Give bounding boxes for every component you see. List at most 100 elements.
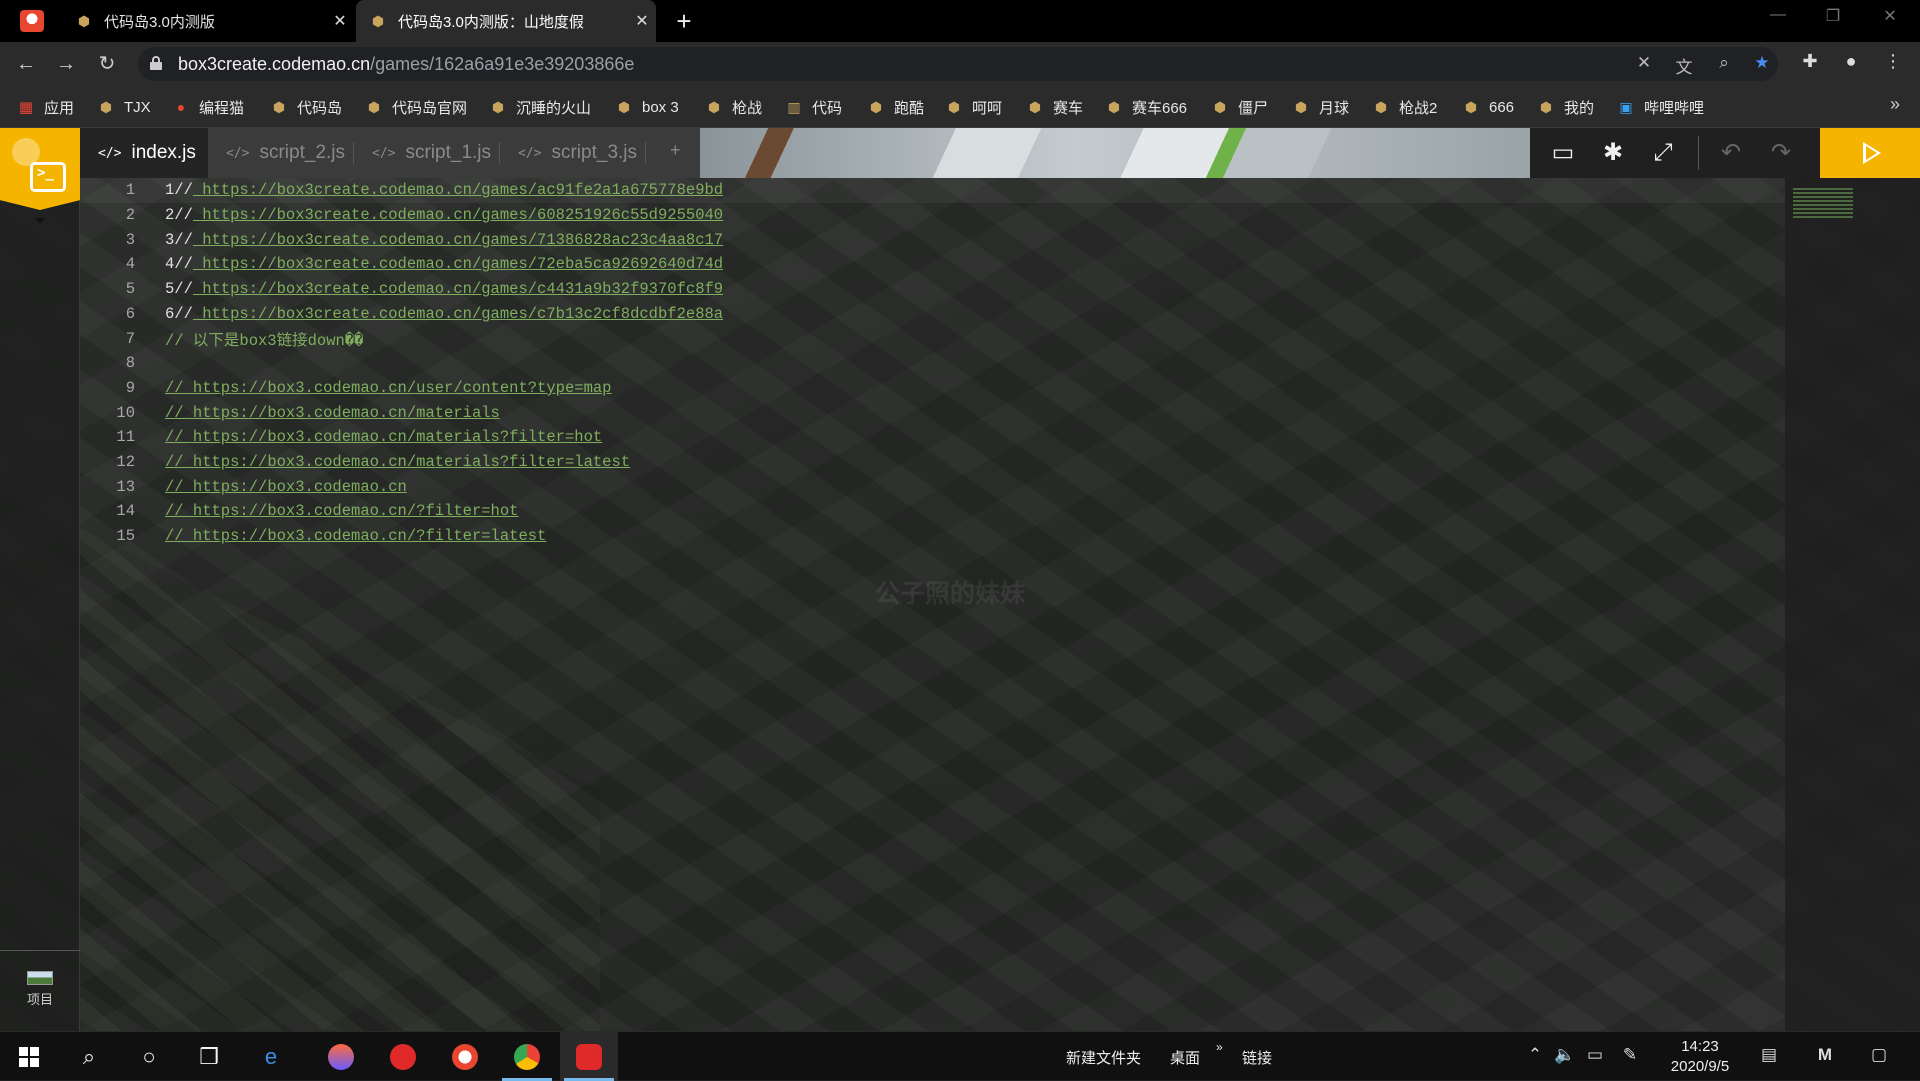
taskbar-toolbar-label[interactable]: 新建文件夹 [1066,1047,1141,1068]
code-link[interactable]: https://box3create.codemao.cn/games/6082… [193,206,723,224]
code-line[interactable]: 8 [80,351,1785,376]
search-icon[interactable]: ⌕ [60,1032,118,1081]
taskbar-chevron-icon[interactable]: » [1216,1040,1223,1054]
address-bar[interactable]: box3create.codemao.cn/games/162a6a91e3e3… [138,47,1778,81]
notes-icon[interactable]: ▤ [1756,1045,1782,1065]
tab-close-icon[interactable]: ✕ [628,11,656,31]
flame-app-icon[interactable] [312,1032,370,1081]
system-clock[interactable]: 14:23 2020/9/5 [1660,1037,1740,1077]
minimize-icon[interactable]: — [1758,6,1798,24]
chat-icon[interactable]: ▭ [1548,138,1578,168]
code-line[interactable]: 1 1// https://box3create.codemao.cn/games… [80,178,1785,203]
bookmarks-overflow-icon[interactable]: » [1890,94,1900,115]
code-link[interactable]: https://box3create.codemao.cn/games/7138… [193,231,723,249]
code-link[interactable]: // https://box3.codemao.cn [165,478,407,496]
bookmark-item[interactable]: ⬢ 僵尸 [1212,96,1268,118]
bookmark-item[interactable]: ⬢ box 3 [616,96,679,118]
code-minimap[interactable] [1785,178,1920,1031]
code-line[interactable]: 13 // https://box3.codemao.cn [80,474,1785,499]
bookmark-item[interactable]: ⬢ 呵呵 [946,96,1002,118]
code-link[interactable]: https://box3create.codemao.cn/games/ac91… [193,181,723,199]
code-line[interactable]: 5 5// https://box3create.codemao.cn/games… [80,277,1785,302]
code-line[interactable]: 2 2// https://box3create.codemao.cn/games… [80,203,1785,228]
profile-avatar-icon[interactable]: ● [1838,51,1864,72]
start-button[interactable] [0,1032,58,1081]
bookmark-item[interactable]: ⬢ 代码岛 [271,96,342,118]
url-text[interactable]: box3create.codemao.cn/games/162a6a91e3e3… [178,54,634,75]
translate-icon[interactable]: 文 [1672,53,1696,78]
code-link[interactable]: // https://box3.codemao.cn/?filter=hot [165,502,518,520]
reload-icon[interactable]: ↻ [93,50,121,78]
taskbar-toolbar-label[interactable]: 链接 [1242,1047,1272,1068]
action-center-icon[interactable]: ▢ [1866,1045,1892,1065]
volume-icon[interactable]: 🔈 [1552,1045,1578,1065]
extensions-icon[interactable]: ✚ [1797,51,1823,72]
window-close-icon[interactable]: ✕ [1870,6,1910,26]
forward-icon[interactable]: → [52,50,80,78]
file-tab-script-2-js[interactable]: </> script_2.js [208,128,354,178]
task-view-icon[interactable]: ❒ [180,1032,238,1081]
code-link[interactable]: https://box3create.codemao.cn/games/72eb… [193,255,723,273]
bookmark-item[interactable]: ⬢ 赛车666 [1106,96,1187,118]
battery-icon[interactable]: ▭ [1582,1045,1608,1065]
code-line[interactable]: 6 6// https://box3create.codemao.cn/games… [80,302,1785,327]
new-tab-button[interactable]: + [670,6,698,37]
redo-icon[interactable]: ↷ [1766,138,1796,168]
recorder-app-icon[interactable] [560,1032,618,1081]
bookmark-star-icon[interactable]: ★ [1750,53,1774,73]
bookmark-item[interactable]: ⬢ 我的 [1538,96,1594,118]
back-icon[interactable]: ← [12,50,40,78]
cortana-icon[interactable]: ○ [120,1032,178,1081]
chevron-down-icon[interactable] [35,218,45,224]
bookmark-item[interactable]: ▦ 应用 [18,96,74,118]
browser-tab-2[interactable]: ⬢ 代码岛3.0内测版：山地度假 ✕ [356,0,656,42]
project-button[interactable]: 项目 [0,950,80,1031]
code-link[interactable]: // https://box3.codemao.cn/materials [165,404,500,422]
browser-menu-icon[interactable]: ⋮ [1880,51,1906,72]
code-link[interactable]: // https://box3.codemao.cn/materials?fil… [165,453,630,471]
code-link[interactable]: // https://box3.codemao.cn/user/content?… [165,379,611,397]
bookmark-item[interactable]: ▥ 代码 [786,96,842,118]
bookmark-item[interactable]: ⬢ 枪战 [706,96,762,118]
code-link[interactable]: https://box3create.codemao.cn/games/c443… [193,280,723,298]
debug-bug-icon[interactable]: ✱ [1598,138,1628,168]
bookmark-item[interactable]: ⬢ 跑酷 [868,96,924,118]
run-button[interactable] [1820,128,1920,178]
expand-icon[interactable]: ⤢ [1648,138,1678,168]
bookmark-item[interactable]: ⬢ TJX [98,96,151,118]
bookmark-item[interactable]: ⬢ 沉睡的火山 [490,96,591,118]
bcm-app-icon[interactable] [436,1032,494,1081]
bookmark-item[interactable]: ⬢ 赛车 [1027,96,1083,118]
code-line[interactable]: 7 // 以下是box3链接down�� [80,326,1785,351]
zoom-icon[interactable]: ⌕ [1712,53,1736,73]
code-line[interactable]: 10 // https://box3.codemao.cn/materials [80,400,1785,425]
camera-blocked-icon[interactable]: ✕ [1632,53,1656,73]
add-file-button[interactable]: + [670,140,681,161]
codemao-app-logo-icon[interactable] [20,10,44,32]
code-line[interactable]: 4 4// https://box3create.codemao.cn/games… [80,252,1785,277]
ie-browser-icon[interactable]: e [242,1032,300,1081]
code-line[interactable]: 9 // https://box3.codemao.cn/user/content… [80,376,1785,401]
netease-music-icon[interactable] [374,1032,432,1081]
chrome-icon[interactable] [498,1032,556,1081]
bookmark-item[interactable]: ⬢ 月球 [1293,96,1349,118]
bookmark-item[interactable]: ⬢ 枪战2 [1373,96,1437,118]
input-method-icon[interactable]: M [1812,1045,1838,1065]
code-link[interactable]: https://box3create.codemao.cn/games/c7b1… [193,305,723,323]
code-line[interactable]: 15 // https://box3.codemao.cn/?filter=lat… [80,524,1785,549]
code-line[interactable]: 11 // https://box3.codemao.cn/materials?f… [80,425,1785,450]
restore-icon[interactable]: ❐ [1813,6,1853,26]
script-panel-button[interactable] [0,128,80,210]
bookmark-item[interactable]: ● 编程猫 [173,96,244,118]
bookmark-item[interactable]: ▣ 哔哩哔哩 [1618,96,1704,118]
code-line[interactable]: 3 3// https://box3create.codemao.cn/games… [80,227,1785,252]
tab-close-icon[interactable]: ✕ [326,11,354,31]
file-tab-index-js[interactable]: </> index.js [80,128,208,178]
code-line[interactable]: 14 // https://box3.codemao.cn/?filter=hot [80,499,1785,524]
bookmark-item[interactable]: ⬢ 代码岛官网 [366,96,467,118]
browser-tab-1[interactable]: ⬢ 代码岛3.0内测版 ✕ [62,0,354,42]
code-line[interactable]: 12 // https://box3.codemao.cn/materials?f… [80,450,1785,475]
taskbar-toolbar-label[interactable]: 桌面 [1170,1047,1200,1068]
bookmark-item[interactable]: ⬢ 666 [1463,96,1514,118]
undo-icon[interactable]: ↶ [1716,138,1746,168]
